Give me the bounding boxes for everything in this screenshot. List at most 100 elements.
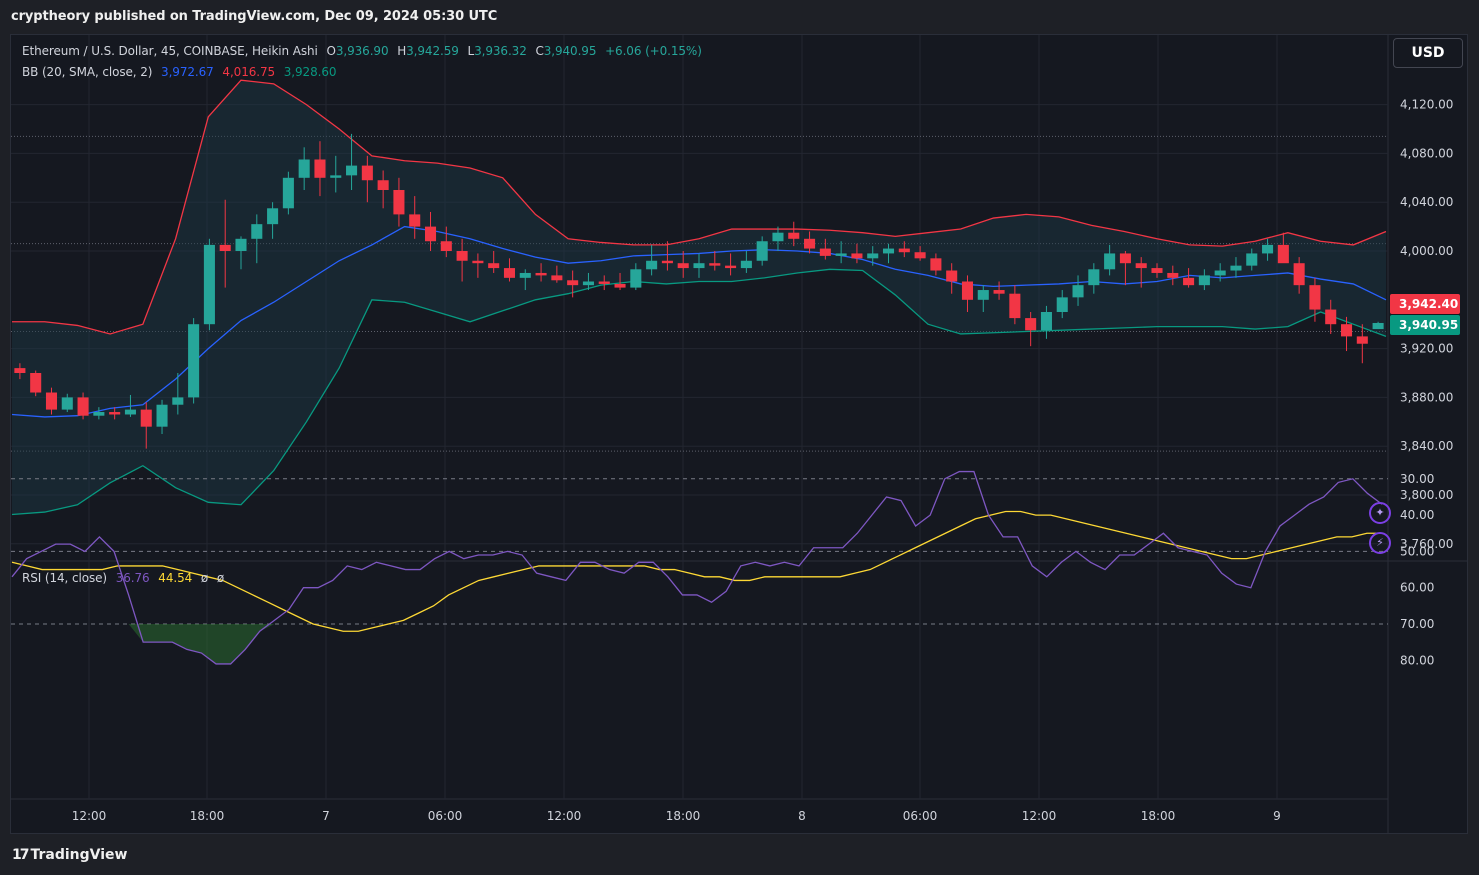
time-tick-label: 12:00 <box>1022 809 1057 823</box>
candle-body <box>172 397 184 405</box>
time-tick-label: 18:00 <box>190 809 225 823</box>
candle-body <box>1214 270 1226 276</box>
rsi-legend[interactable]: RSI (14, close) 36.76 44.54 ø ø <box>22 571 224 585</box>
candle-body <box>567 280 579 286</box>
tradingview-logo-icon: 17 <box>12 847 30 863</box>
candle-body <box>930 258 942 271</box>
bb-legend[interactable]: BB (20, SMA, close, 2) 3,972.67 4,016.75… <box>22 65 337 79</box>
tradingview-logo[interactable]: 17 TradingView <box>12 847 127 863</box>
sparkle-icon[interactable]: ✦ <box>1369 502 1391 524</box>
bb-name[interactable]: BB (20, SMA, close, 2) <box>22 65 152 79</box>
rsi-tick-label: 70.00 <box>1400 617 1434 631</box>
bb-upper-price-tag: 3,942.40 <box>1390 294 1460 314</box>
candle-body <box>1198 275 1210 286</box>
candle-body <box>598 281 610 284</box>
candle-body <box>709 263 721 266</box>
candle-body <box>1230 265 1242 271</box>
candle-body <box>772 232 784 242</box>
candle-body <box>993 290 1005 294</box>
candle-body <box>156 404 168 427</box>
last-price-tag: 3,940.95 <box>1390 315 1460 335</box>
candle-body <box>1088 269 1100 286</box>
high-label: H <box>397 44 407 58</box>
candle-body <box>219 244 231 251</box>
candle-body <box>1293 263 1305 286</box>
time-tick-label: 18:00 <box>1141 809 1176 823</box>
candle-body <box>314 159 326 178</box>
candle-body <box>1135 263 1147 269</box>
candle-body <box>235 238 247 251</box>
candle-body <box>646 260 658 270</box>
price-tick-label: 3,800.00 <box>1400 488 1453 502</box>
low-value: 3,936.32 <box>474 44 527 58</box>
candle-body <box>330 175 342 178</box>
candle-body <box>409 214 421 227</box>
rsi-name[interactable]: RSI (14, close) <box>22 571 107 585</box>
candle-body <box>109 412 121 415</box>
candle-body <box>1372 322 1384 330</box>
candle-body <box>14 368 26 373</box>
candle-body <box>519 272 531 278</box>
change-value: +6.06 (+0.15%) <box>605 44 702 58</box>
candle-body <box>30 373 42 393</box>
bb-basis-value: 3,972.67 <box>161 65 214 79</box>
candle-body <box>61 397 73 410</box>
rsi-value: 36.76 <box>115 571 150 585</box>
time-tick-label: 06:00 <box>903 809 938 823</box>
close-value: 3,940.95 <box>543 44 597 58</box>
price-tick-label: 4,080.00 <box>1400 146 1453 160</box>
price-tick-label: 3,920.00 <box>1400 342 1453 356</box>
candle-body <box>251 224 263 239</box>
candle-body <box>661 260 673 264</box>
candle-body <box>1009 293 1021 319</box>
time-tick-label: 8 <box>798 809 806 823</box>
candle-body <box>503 268 516 278</box>
rsi-tick-label: 80.00 <box>1400 653 1434 667</box>
bb-band-fill <box>12 80 1386 515</box>
candle-body <box>725 265 737 269</box>
candle-body <box>693 263 705 269</box>
candle-body <box>740 260 752 269</box>
candle-body <box>630 269 642 288</box>
symbol-legend[interactable]: Ethereum / U.S. Dollar, 45, COINBASE, He… <box>22 44 702 58</box>
candle-body <box>1072 285 1084 298</box>
chart-canvas[interactable]: 4,120.00 4,080.00 4,040.00 4,000.00 3,920.00… <box>0 0 1479 875</box>
high-value: 3,942.59 <box>406 44 459 58</box>
currency-button[interactable]: USD <box>1393 38 1463 68</box>
time-tick-label: 7 <box>322 809 330 823</box>
candle-body <box>188 324 200 398</box>
candle-body <box>819 248 831 256</box>
symbol-name[interactable]: Ethereum / U.S. Dollar, 45, COINBASE, He… <box>22 44 318 58</box>
candle-body <box>93 412 105 416</box>
lightning-icon[interactable]: ⚡ <box>1369 532 1391 554</box>
candle-body <box>1104 253 1116 270</box>
candle-body <box>440 241 452 251</box>
rsi-tick-label: 50.00 <box>1400 544 1434 558</box>
price-tick-label: 4,000.00 <box>1400 244 1453 258</box>
candle-body <box>535 272 547 276</box>
time-tick-label: 18:00 <box>666 809 701 823</box>
candle-body <box>1119 253 1131 264</box>
time-tick-label: 9 <box>1273 809 1281 823</box>
price-tick-label: 4,120.00 <box>1400 98 1453 112</box>
candle-body <box>456 251 468 261</box>
candle-body <box>977 290 989 300</box>
candle-body <box>788 232 800 239</box>
candle-body <box>424 226 437 242</box>
candle-body <box>1151 268 1163 273</box>
candle-body <box>835 253 847 256</box>
candle-body <box>551 275 563 281</box>
price-tick-label: 4,040.00 <box>1400 195 1453 209</box>
time-tick-label: 12:00 <box>547 809 582 823</box>
bb-upper-value: 4,016.75 <box>222 65 276 79</box>
rsi-overbought-fill <box>128 624 275 664</box>
open-label: O <box>326 44 336 58</box>
candle-body <box>124 409 136 415</box>
candle-body <box>377 180 389 190</box>
candle-body <box>361 165 373 181</box>
close-label: C <box>535 44 544 58</box>
bb-lower-value: 3,928.60 <box>283 65 337 79</box>
candle-body <box>1056 297 1068 312</box>
candle-body <box>393 190 405 215</box>
candle-body <box>1309 285 1321 310</box>
